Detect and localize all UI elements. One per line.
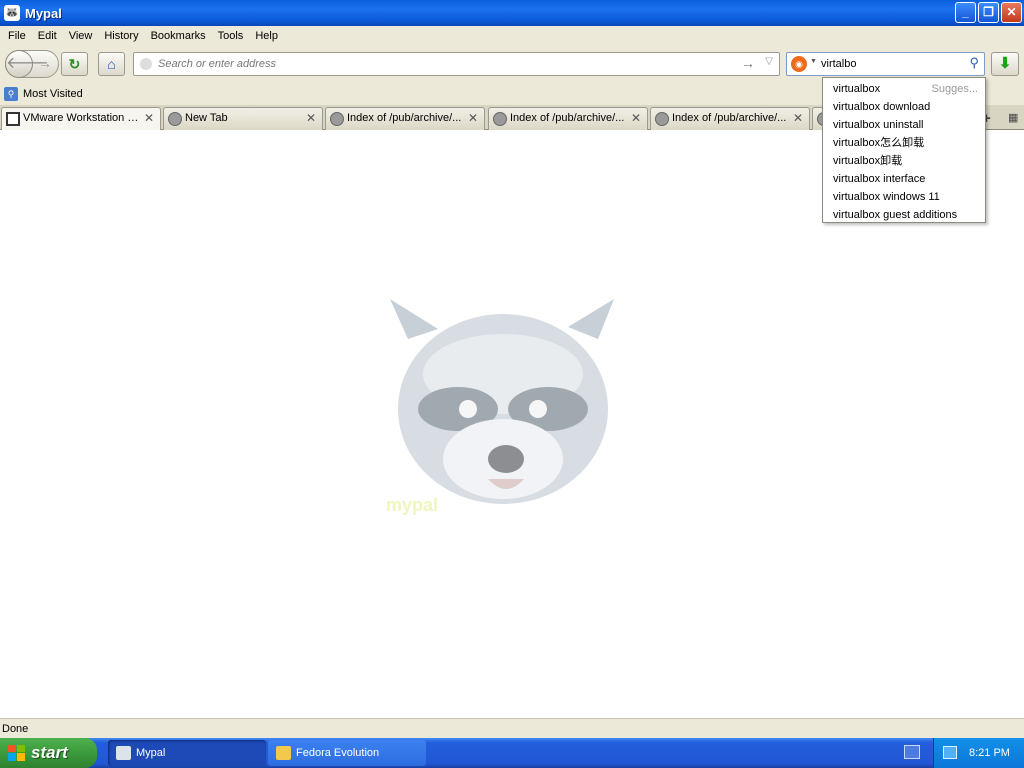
suggestion-item[interactable]: virtualbox download <box>823 98 985 116</box>
mypal-raccoon-logo: mypal <box>386 299 614 515</box>
tab-close-icon[interactable]: ✕ <box>468 108 478 129</box>
suggestion-item[interactable]: virtualbox怎么卸载 <box>823 134 985 152</box>
download-arrow-icon: ⬇ <box>998 55 1012 72</box>
tab-label: New Tab <box>185 112 228 124</box>
task-label: Fedora Evolution <box>296 747 380 759</box>
tab-new-tab[interactable]: New Tab ✕ <box>163 107 323 130</box>
globe-icon <box>655 112 669 126</box>
back-forward-group: 🡐 → <box>5 50 59 78</box>
close-button[interactable]: ✕ <box>1001 2 1022 23</box>
search-bar[interactable]: ◉ ▼ ⚲ <box>786 52 985 76</box>
forward-arrow-icon: → <box>38 55 52 71</box>
most-visited-icon: ⚲ <box>4 87 18 101</box>
download-button[interactable]: ⬇ <box>991 52 1019 76</box>
search-engine-icon[interactable]: ◉ <box>791 56 807 72</box>
tab-label: Index of /pub/archive/... <box>347 112 462 124</box>
taskbar-mypal[interactable]: Mypal <box>108 740 266 766</box>
tab-label: Index of /pub/archive/... <box>672 112 787 124</box>
home-button[interactable]: ⌂ <box>98 52 125 76</box>
home-icon: ⌂ <box>107 56 116 72</box>
network-icon[interactable] <box>943 746 957 759</box>
address-input[interactable] <box>158 55 718 73</box>
tab-label: VMware Workstation 5... <box>23 112 141 124</box>
status-bar: Done <box>0 718 1024 738</box>
mypal-app-icon: 🦝 <box>4 5 20 21</box>
logo-wordmark: mypal <box>386 495 438 515</box>
all-tabs-grid-icon[interactable]: ▦ <box>1008 111 1018 124</box>
tray-clock[interactable]: 8:21 PM <box>969 738 1010 768</box>
tab-close-icon[interactable]: ✕ <box>793 108 803 129</box>
task-label: Mypal <box>136 747 166 759</box>
taskbar: start Mypal Fedora Evolution 8:21 PM <box>0 738 1024 768</box>
globe-icon <box>493 112 507 126</box>
menu-history[interactable]: History <box>98 30 144 42</box>
suggestion-item[interactable]: virtualbox uninstall <box>823 116 985 134</box>
raccoon-icon <box>116 746 131 760</box>
menu-tools[interactable]: Tools <box>212 30 250 42</box>
search-input[interactable] <box>821 56 961 72</box>
engine-dropdown-icon[interactable]: ▼ <box>810 58 817 65</box>
windows-flag-icon <box>8 745 25 761</box>
suggestion-item[interactable]: virtualbox windows 11 <box>823 188 985 206</box>
suggestion-item[interactable]: virtualbox Sugges... <box>823 80 985 98</box>
search-suggestions-popup: virtualbox Sugges... virtualbox download… <box>822 77 986 223</box>
history-dropdown-icon[interactable]: ▽ <box>765 56 773 67</box>
search-icon[interactable]: ⚲ <box>969 55 979 71</box>
start-label: start <box>31 743 68 762</box>
back-button[interactable]: 🡐 <box>5 50 49 78</box>
globe-icon <box>330 112 344 126</box>
go-arrow-icon[interactable]: → <box>741 55 755 71</box>
tab-index-1[interactable]: Index of /pub/archive/... ✕ <box>325 107 485 130</box>
suggestion-label: virtualbox <box>833 83 881 95</box>
suggestion-item[interactable]: virtualbox interface <box>823 170 985 188</box>
tab-label: Index of /pub/archive/... <box>510 112 625 124</box>
bookmark-most-visited[interactable]: Most Visited <box>23 88 83 100</box>
minimize-button[interactable]: _ <box>955 2 976 23</box>
tab-index-2[interactable]: Index of /pub/archive/... ✕ <box>488 107 648 130</box>
suggestions-hint: Sugges... <box>931 83 978 95</box>
start-button[interactable]: start <box>0 738 97 768</box>
forward-button[interactable]: → <box>38 55 52 71</box>
reload-icon: ↻ <box>68 56 81 72</box>
window-title: Mypal <box>25 5 62 21</box>
folder-icon <box>276 746 291 760</box>
window-controls: _ ❐ ✕ <box>955 2 1022 23</box>
site-identity-icon <box>140 58 152 70</box>
menu-bookmarks[interactable]: Bookmarks <box>145 30 212 42</box>
window-titlebar[interactable]: 🦝 Mypal _ ❐ ✕ <box>0 0 1024 26</box>
restore-button[interactable]: ❐ <box>978 2 999 23</box>
system-tray: 8:21 PM <box>933 738 1024 768</box>
tab-close-icon[interactable]: ✕ <box>306 108 316 129</box>
tab-close-icon[interactable]: ✕ <box>631 108 641 129</box>
menu-help[interactable]: Help <box>249 30 284 42</box>
tab-index-3[interactable]: Index of /pub/archive/... ✕ <box>650 107 810 130</box>
menu-file[interactable]: File <box>2 30 32 42</box>
reload-button[interactable]: ↻ <box>61 52 88 76</box>
suggestion-item[interactable]: virtualbox卸载 <box>823 152 985 170</box>
suggestion-item[interactable]: virtualbox guest additions <box>823 206 985 224</box>
taskbar-fedora-evolution[interactable]: Fedora Evolution <box>268 740 426 766</box>
menu-bar: File Edit View History Bookmarks Tools H… <box>0 26 1024 46</box>
keyboard-icon[interactable] <box>904 745 920 759</box>
address-bar[interactable]: → ▽ <box>133 52 780 76</box>
menu-view[interactable]: View <box>63 30 99 42</box>
vmware-icon <box>6 112 20 126</box>
globe-icon <box>168 112 182 126</box>
tab-vmware[interactable]: VMware Workstation 5... ✕ <box>1 107 161 130</box>
menu-edit[interactable]: Edit <box>32 30 63 42</box>
tab-close-icon[interactable]: ✕ <box>144 108 154 129</box>
